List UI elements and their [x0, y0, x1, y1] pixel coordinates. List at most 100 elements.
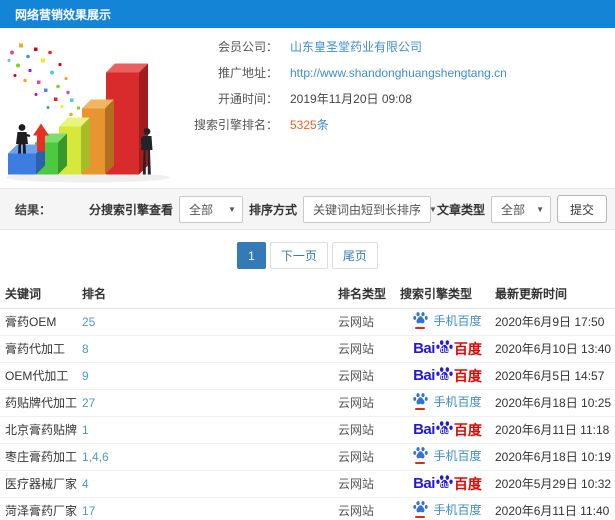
rank-type-cell: 云网站 — [338, 362, 400, 390]
article-type-select[interactable]: 全部 ▼ — [490, 195, 551, 223]
rank-cell: 8 — [82, 335, 338, 363]
baidu-logo: Bai du 百度 — [413, 366, 482, 386]
table-row: 膏药OEM 25 云网站 手机百度 2020年6月9日 17:50 — [0, 308, 615, 336]
rank-type-cell: 云网站 — [338, 389, 400, 417]
rank-type-cell: 云网站 — [338, 416, 400, 444]
rank-link[interactable]: 17 — [82, 504, 95, 518]
open-time-label: 开通时间： — [217, 92, 278, 106]
promo-url-label: 推广地址： — [217, 66, 278, 80]
article-type-value: 全部 — [500, 202, 525, 217]
engine-filter-value: 全部 — [188, 202, 213, 217]
table-row: 菏泽膏药厂家 17 云网站 手机百度 2020年6月11日 11:40 — [0, 497, 615, 520]
table-header-row: 关键词 排名 排名类型 搜索引擎类型 最新更新时间 — [0, 279, 615, 309]
baidu-logo-cn: 百度 — [453, 421, 482, 438]
baidu-logo-du: du — [440, 346, 449, 354]
sort-filter-select[interactable]: 关键词由短到长排序 ▼ — [302, 195, 437, 223]
update-time-cell: 2020年6月5日 14:57 — [495, 362, 615, 390]
open-time-value: 2019年11月20日 09:08 — [290, 92, 412, 106]
baidu-logo-bai: Bai — [413, 475, 435, 492]
engine-cell: 手机百度 — [400, 389, 495, 417]
filter-controls: 分搜索引擎查看 全部 ▼ 排序方式 关键词由短到长排序 ▼ 文章类型 全部 ▼ … — [89, 195, 607, 223]
mobile-baidu-paw-icon — [413, 446, 428, 464]
filter-bar: 结果： 分搜索引擎查看 全部 ▼ 排序方式 关键词由短到长排序 ▼ 文章类型 全… — [0, 188, 615, 230]
rank-link[interactable]: 4 — [82, 477, 89, 491]
baidu-paw-icon: du — [436, 474, 453, 491]
rank-link[interactable]: 27 — [82, 396, 95, 410]
keyword-cell: 医疗器械厂家 — [0, 470, 82, 498]
engine-cell: Bai du 百度 — [400, 362, 495, 390]
mobile-baidu-logo: 手机百度 — [413, 500, 482, 518]
rank-cell: 17 — [82, 497, 338, 520]
rank-cell: 4 — [82, 470, 338, 498]
mobile-baidu-label: 手机百度 — [433, 502, 482, 517]
info-row-url: 推广地址： http://www.shandonghuangshengtang.… — [190, 66, 507, 80]
baidu-logo-cn: 百度 — [453, 340, 482, 357]
baidu-paw-icon: du — [436, 420, 453, 437]
page-title: 网络营销效果展示 — [15, 7, 112, 22]
rank-type-cell: 云网站 — [338, 335, 400, 363]
page-header: 网络营销效果展示 — [0, 0, 615, 28]
update-time-cell: 2020年6月18日 10:19 — [495, 443, 615, 471]
rank-cell: 1 — [82, 416, 338, 444]
keyword-cell: 药贴牌代加工 — [0, 389, 82, 417]
company-label: 会员公司： — [217, 40, 278, 54]
keyword-cell: 膏药OEM — [0, 308, 82, 336]
mobile-baidu-label: 手机百度 — [433, 448, 482, 463]
baidu-logo-du: du — [440, 481, 449, 489]
table-row: 膏药代加工 8 云网站 Bai du 百度 2020年6月10日 13:40 — [0, 335, 615, 363]
rank-cell: 9 — [82, 362, 338, 390]
sort-filter-label: 排序方式 — [248, 202, 297, 217]
baidu-logo: Bai du 百度 — [413, 420, 482, 440]
keyword-cell: 北京膏药贴牌 — [0, 416, 82, 444]
engine-cell: 手机百度 — [400, 308, 495, 336]
mobile-baidu-label: 手机百度 — [433, 313, 482, 328]
rank-link[interactable]: 8 — [82, 342, 89, 356]
page-button-current[interactable]: 1 — [237, 242, 266, 269]
rank-total-label: 搜索引擎排名： — [193, 118, 278, 132]
submit-button[interactable]: 提交 — [556, 195, 607, 223]
mobile-baidu-logo: 手机百度 — [413, 392, 482, 410]
mobile-baidu-paw-icon — [413, 311, 428, 329]
info-row-rank-total: 搜索引擎排名： 5325条 — [190, 118, 507, 132]
result-label: 结果： — [15, 202, 52, 217]
rank-link[interactable]: 1 — [82, 423, 89, 437]
update-time-cell: 2020年5月29日 10:32 — [495, 470, 615, 498]
baidu-logo-cn: 百度 — [453, 367, 482, 384]
update-time-cell: 2020年6月11日 11:18 — [495, 416, 615, 444]
confetti-dots — [7, 43, 82, 121]
company-link[interactable]: 山东皇圣堂药业有限公司 — [290, 40, 422, 54]
promo-url-link[interactable]: http://www.shandonghuangshengtang.cn — [290, 66, 507, 80]
baidu-logo: Bai du 百度 — [413, 474, 482, 494]
update-time-cell: 2020年6月9日 17:50 — [495, 308, 615, 336]
update-time-cell: 2020年6月10日 13:40 — [495, 335, 615, 363]
engine-cell: Bai du 百度 — [400, 416, 495, 444]
baidu-logo: Bai du 百度 — [413, 339, 482, 359]
keyword-cell: 枣庄膏药加工 — [0, 443, 82, 471]
baidu-logo-du: du — [440, 427, 449, 435]
table-row: OEM代加工 9 云网站 Bai du 百度 2020年6月5日 14:57 — [0, 362, 615, 390]
page-button-last[interactable]: 尾页 — [331, 242, 378, 269]
page-button-next[interactable]: 下一页 — [269, 242, 328, 269]
header-rank: 排名 — [82, 279, 338, 309]
rank-link[interactable]: 25 — [82, 315, 95, 329]
chevron-down-icon: ▼ — [536, 204, 544, 214]
engine-filter-select[interactable]: 全部 ▼ — [178, 195, 243, 223]
update-time-cell: 2020年6月18日 10:25 — [495, 389, 615, 417]
sort-filter-value: 关键词由短到长排序 — [312, 202, 421, 217]
rank-cell: 25 — [82, 308, 338, 336]
growth-chart-illustration — [0, 32, 190, 187]
baidu-paw-icon: du — [436, 339, 453, 356]
engine-cell: 手机百度 — [400, 497, 495, 520]
keyword-cell: 菏泽膏药厂家 — [0, 497, 82, 520]
mobile-baidu-logo: 手机百度 — [413, 446, 482, 464]
rank-type-cell: 云网站 — [338, 497, 400, 520]
rank-link[interactable]: 1,4,6 — [82, 450, 109, 464]
rank-cell: 27 — [82, 389, 338, 417]
chevron-down-icon: ▼ — [228, 204, 236, 214]
rank-total-value: 5325条 — [290, 118, 329, 132]
update-time-cell: 2020年6月11日 11:40 — [495, 497, 615, 520]
baidu-logo-bai: Bai — [413, 421, 435, 438]
engine-cell: Bai du 百度 — [400, 470, 495, 498]
rank-link[interactable]: 9 — [82, 369, 89, 383]
baidu-logo-bai: Bai — [413, 367, 435, 384]
